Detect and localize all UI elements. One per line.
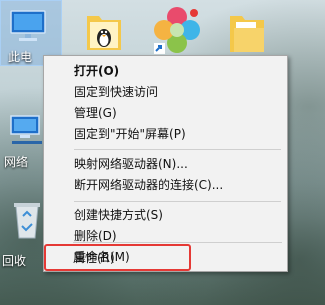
- menu-item-delete[interactable]: 删除(D): [44, 226, 287, 246]
- menu-item-label: 映射网络驱动器(N)...: [74, 157, 188, 171]
- context-menu: 打开(O) 固定到快速访问 管理(G) 固定到"开始"屏幕(P) 映射网络驱动器…: [43, 55, 288, 272]
- recycle-bin-icon: [14, 203, 40, 239]
- menu-separator: [74, 149, 281, 150]
- menu-item-open[interactable]: 打开(O): [44, 61, 287, 81]
- menu-item-pin-start[interactable]: 固定到"开始"屏幕(P): [44, 124, 287, 144]
- menu-separator: [73, 242, 282, 243]
- desktop-icon-folder[interactable]: [228, 10, 268, 56]
- menu-item-manage[interactable]: 管理(G): [44, 103, 287, 123]
- penguin-folder-icon: [87, 16, 121, 50]
- monitor-icon: [10, 10, 46, 41]
- colorful-app-icon: [154, 7, 200, 54]
- menu-item-label: 固定到快速访问: [74, 85, 159, 99]
- menu-item-map-drive[interactable]: 映射网络驱动器(N)...: [44, 154, 287, 174]
- desktop-icon-label: 回收: [2, 254, 27, 268]
- menu-item-label: 断开网络驱动器的连接(C)...: [74, 178, 224, 192]
- desktop-icon-qq-shortcut[interactable]: [85, 8, 125, 54]
- menu-separator: [74, 201, 281, 202]
- menu-item-create-shortcut[interactable]: 创建快捷方式(S): [44, 205, 287, 225]
- menu-item-label: 打开(O): [74, 64, 120, 78]
- annotation-highlight-box: [44, 244, 191, 271]
- menu-item-pin-quick-access[interactable]: 固定到快速访问: [44, 82, 287, 102]
- menu-item-label: 删除(D): [74, 229, 117, 243]
- desktop-icon-color-app[interactable]: [150, 5, 205, 57]
- desktop-icon-label: 网络: [4, 155, 29, 169]
- desktop-icon-label: 此电: [8, 50, 33, 64]
- folder-icon: [230, 16, 264, 52]
- menu-item-disconnect-drive[interactable]: 断开网络驱动器的连接(C)...: [44, 175, 287, 195]
- menu-item-label: 管理(G): [74, 106, 117, 120]
- network-icon: [10, 115, 42, 144]
- menu-item-label: 固定到"开始"屏幕(P): [74, 127, 186, 141]
- menu-item-label: 创建快捷方式(S): [74, 208, 163, 222]
